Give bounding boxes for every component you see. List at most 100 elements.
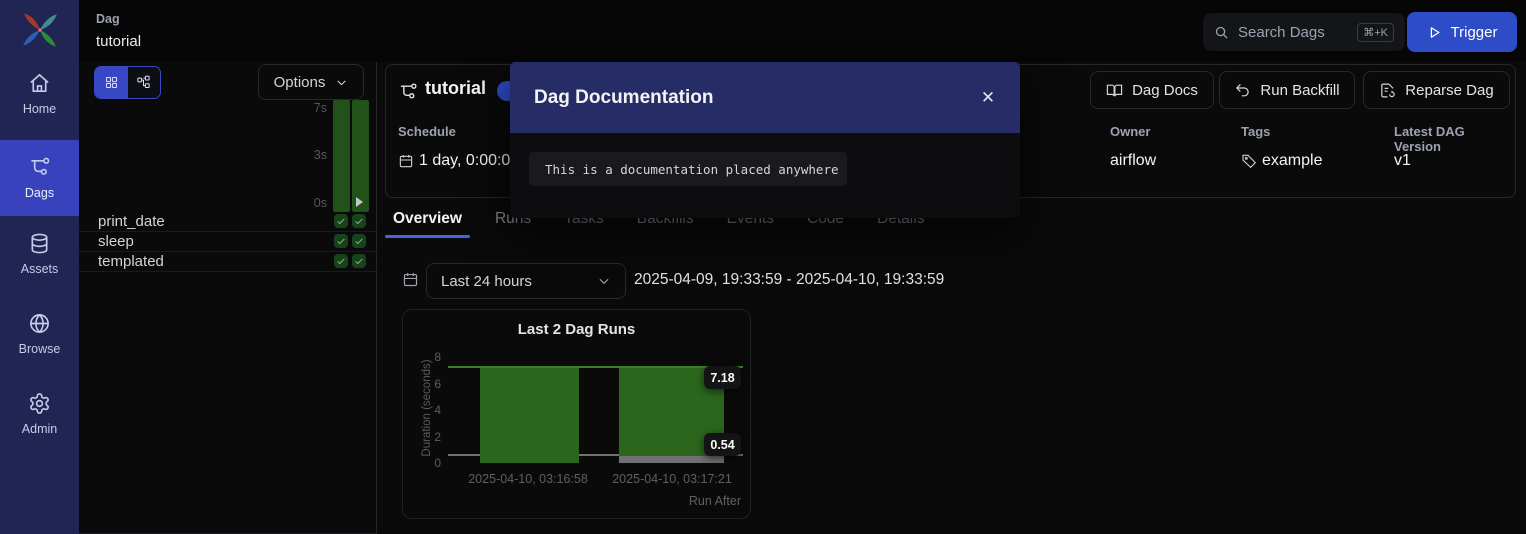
dag-docs-button[interactable]: Dag Docs: [1090, 71, 1214, 109]
task-row[interactable]: print_date: [79, 212, 377, 232]
search-input[interactable]: [1238, 24, 1348, 41]
task-name: print_date: [98, 213, 165, 230]
close-icon[interactable]: ✕: [974, 84, 1002, 112]
sidebar-item-label: Dags: [25, 186, 54, 200]
sidebar-item-label: Assets: [21, 262, 59, 276]
view-toggle-group: [94, 66, 161, 99]
breadcrumb: Dag: [96, 12, 120, 26]
sidebar-item-assets[interactable]: Assets: [0, 216, 79, 292]
database-icon: [28, 232, 51, 255]
topbar-dag-name: tutorial: [96, 33, 141, 50]
y-tick: 6: [425, 377, 441, 391]
search-shortcut-badge: ⌘+K: [1357, 23, 1394, 42]
reparse-dag-button[interactable]: Reparse Dag: [1363, 71, 1510, 109]
dag-runs-chart-card: Last 2 Dag Runs Duration (seconds) 8 6 4…: [402, 309, 751, 519]
dag-docs-label: Dag Docs: [1132, 82, 1198, 99]
run-backfill-label: Run Backfill: [1260, 82, 1339, 99]
run-backfill-button[interactable]: Run Backfill: [1219, 71, 1355, 109]
time-range-select[interactable]: Last 24 hours: [426, 263, 626, 299]
y-tick: 4: [425, 403, 441, 417]
task-success-icon[interactable]: [334, 214, 348, 228]
modal-header: Dag Documentation: [510, 62, 1020, 133]
schedule-label: Schedule: [398, 124, 456, 139]
dag-title: tutorial: [425, 78, 486, 99]
tasks-panel: Options 7s 3s 0s print_date sleep templa…: [79, 62, 377, 534]
time-range-value: Last 24 hours: [441, 273, 597, 290]
sidebar-item-admin[interactable]: Admin: [0, 376, 79, 452]
chart-title: Last 2 Dag Runs: [403, 321, 750, 338]
grid-view-button[interactable]: [95, 67, 128, 98]
file-refresh-icon: [1379, 82, 1396, 99]
tag-icon: [1241, 153, 1257, 169]
sidebar-item-browse[interactable]: Browse: [0, 296, 79, 372]
date-range-text: 2025-04-09, 19:33:59 - 2025-04-10, 19:33…: [634, 271, 944, 289]
task-row[interactable]: templated: [79, 252, 377, 272]
topbar: Dag tutorial ⌘+K Trigger: [79, 0, 1526, 62]
duration-annotation: 7.18: [704, 366, 741, 389]
task-success-icon[interactable]: [334, 254, 348, 268]
run-duration-bar[interactable]: [480, 368, 579, 463]
tag-badge[interactable]: example: [1241, 152, 1322, 170]
globe-icon: [28, 312, 51, 335]
y-tick: 0: [425, 456, 441, 470]
task-success-icon[interactable]: [334, 234, 348, 248]
modal-title: Dag Documentation: [534, 87, 713, 109]
owner-value: airflow: [1110, 152, 1156, 170]
task-name: sleep: [98, 233, 134, 250]
search-icon: [1214, 25, 1229, 40]
x-axis-label: Run After: [689, 494, 741, 508]
dag-run-bar[interactable]: [333, 100, 350, 212]
sidebar-item-label: Home: [23, 102, 56, 116]
chevron-down-icon: [597, 274, 611, 288]
task-name: templated: [98, 253, 164, 270]
trigger-button[interactable]: Trigger: [1407, 12, 1517, 52]
search-dags-box[interactable]: ⌘+K: [1203, 13, 1405, 51]
duration-tick: 3s: [299, 148, 327, 162]
owner-label: Owner: [1110, 124, 1150, 139]
dag-run-bar[interactable]: [352, 100, 369, 212]
sidebar-item-dags[interactable]: Dags: [0, 140, 79, 216]
book-icon: [1106, 82, 1123, 99]
duration-annotation: 0.54: [704, 433, 741, 456]
sidebar-item-label: Browse: [19, 342, 61, 356]
modal-body: This is a documentation placed anywhere: [510, 133, 1020, 218]
x-tick: 2025-04-10, 03:16:58: [468, 472, 588, 486]
version-value: v1: [1394, 152, 1411, 170]
task-success-icon[interactable]: [352, 254, 366, 268]
chevron-down-icon: [335, 76, 348, 89]
schedule-value: 1 day, 0:00:00: [398, 152, 519, 170]
documentation-code-block: This is a documentation placed anywhere: [529, 152, 847, 186]
task-success-icon[interactable]: [352, 214, 366, 228]
sidebar-item-home[interactable]: Home: [0, 64, 79, 124]
airflow-logo-icon[interactable]: [19, 9, 61, 51]
calendar-icon: [402, 271, 419, 288]
graph-view-button[interactable]: [128, 67, 161, 98]
tags-label: Tags: [1241, 124, 1270, 139]
play-icon: [1427, 25, 1442, 40]
airflow-dag-page: Home Dags Assets Browse Admin: [0, 0, 1526, 534]
y-tick: 8: [425, 350, 441, 364]
home-icon: [28, 72, 51, 95]
dag-icon: [28, 156, 51, 179]
task-success-icon[interactable]: [352, 234, 366, 248]
queued-duration-bar[interactable]: [619, 456, 724, 463]
graph-icon: [136, 75, 151, 90]
dag-runs-plot: 7.18 0.54: [448, 350, 743, 463]
duration-tick: 0s: [299, 196, 327, 210]
options-label: Options: [274, 74, 326, 91]
gear-icon: [28, 392, 51, 415]
dag-icon: [398, 82, 418, 102]
version-label: Latest DAG Version: [1394, 124, 1515, 154]
reparse-dag-label: Reparse Dag: [1405, 82, 1493, 99]
sidebar-item-label: Admin: [22, 422, 57, 436]
calendar-icon: [398, 153, 414, 169]
undo-icon: [1234, 82, 1251, 99]
x-tick: 2025-04-10, 03:17:21: [612, 472, 732, 486]
y-tick: 2: [425, 430, 441, 444]
trigger-label: Trigger: [1451, 24, 1498, 41]
tab-overview[interactable]: Overview: [385, 200, 470, 238]
task-row[interactable]: sleep: [79, 232, 377, 252]
play-marker-icon: [356, 197, 363, 207]
grid-icon: [104, 75, 119, 90]
options-button[interactable]: Options: [258, 64, 364, 100]
